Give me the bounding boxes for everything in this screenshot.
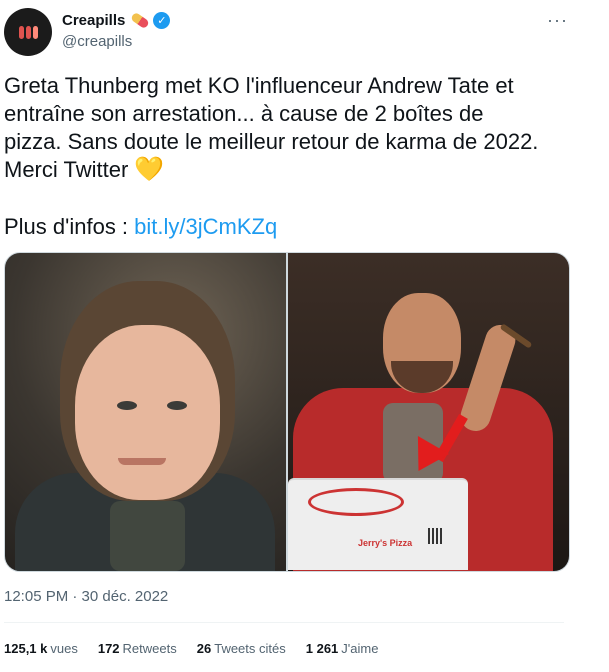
- photo-greta-thunberg[interactable]: [5, 253, 286, 571]
- stat-label: vues: [50, 641, 78, 656]
- stat-label: Tweets cités: [214, 641, 286, 656]
- tweet-timestamp[interactable]: 12:05 PM · 30 déc. 2022: [4, 588, 168, 605]
- qr-code-icon: [428, 528, 444, 544]
- stat-value: 26: [196, 641, 212, 656]
- tweet-body: Greta Thunberg met KO l'influenceur Andr…: [4, 73, 539, 182]
- divider: [4, 622, 564, 623]
- more-info-line: Plus d'infos : bit.ly/3jCmKZq: [4, 213, 277, 241]
- more-options-icon[interactable]: ···: [547, 10, 568, 31]
- pizza-box-text: Jerry's Pizza: [358, 538, 413, 548]
- creapills-logo-icon: [18, 25, 38, 39]
- photo-andrew-tate[interactable]: Jerry's Pizza: [288, 253, 569, 571]
- stat-value: 1 261: [305, 641, 339, 656]
- tweet-text: Greta Thunberg met KO l'influenceur Andr…: [4, 72, 574, 184]
- stat-quote-tweets[interactable]: 26 Tweets cités: [197, 641, 286, 656]
- stat-likes[interactable]: 1 261 J'aime: [306, 641, 379, 656]
- author-handle[interactable]: @creapills: [62, 33, 170, 50]
- verified-badge-icon: ✓: [153, 12, 171, 29]
- photo-eye: [117, 401, 137, 410]
- stat-label: J'aime: [341, 641, 379, 656]
- photo-collar: [110, 501, 185, 571]
- tweet-link[interactable]: bit.ly/3jCmKZq: [134, 214, 277, 239]
- more-info-label: Plus d'infos :: [4, 214, 135, 239]
- pizza-box-logo: [308, 488, 404, 516]
- photo-mouth: [118, 458, 166, 465]
- stat-label: Retweets: [122, 641, 177, 656]
- yellow-heart-icon: 💛: [134, 156, 165, 183]
- stat-views[interactable]: 125,1 k vues: [4, 641, 78, 656]
- tweet-stats: 125,1 k vues 172 Retweets 26 Tweets cités 1…: [4, 641, 378, 656]
- pizza-box: Jerry's Pizza: [288, 478, 468, 570]
- pill-icon: [130, 11, 151, 30]
- stat-value: 172: [97, 641, 120, 656]
- name-row: Creapills ✓: [62, 11, 171, 30]
- tweet-media: Jerry's Pizza: [4, 252, 570, 572]
- author-block: Creapills ✓ @creapills: [62, 11, 171, 50]
- stat-retweets[interactable]: 172 Retweets: [98, 641, 177, 656]
- photo-face: [75, 325, 220, 500]
- photo-eye: [167, 401, 187, 410]
- stat-value: 125,1 k: [4, 641, 48, 656]
- author-name[interactable]: Creapills: [62, 12, 125, 29]
- avatar[interactable]: [4, 8, 52, 56]
